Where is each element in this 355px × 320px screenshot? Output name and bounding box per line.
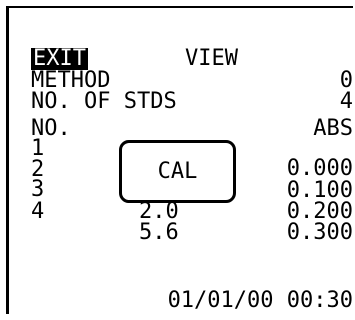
table-row-abs-4: 0.300: [286, 220, 353, 245]
screen-title: VIEW: [185, 46, 238, 71]
table-row-no-4: 4: [31, 199, 45, 224]
exit-button[interactable]: EXIT: [31, 48, 88, 70]
cal-dialog-label: CAL: [157, 158, 198, 184]
col-header-abs: ABS: [313, 116, 353, 141]
status-datetime: 01/01/00 00:30: [167, 288, 353, 313]
lcd-screen: EXIT VIEW METHOD 0 NO. OF STDS 4 NO. ABS…: [6, 6, 353, 314]
num-stds-value: 4: [339, 89, 353, 114]
cal-dialog[interactable]: CAL: [119, 140, 236, 203]
num-stds-label: NO. OF STDS: [31, 89, 177, 114]
table-row-abs-1: 0.000: [286, 156, 353, 181]
table-row-no-3: 3: [31, 177, 45, 202]
table-row-conc-4: 5.6: [139, 220, 179, 245]
